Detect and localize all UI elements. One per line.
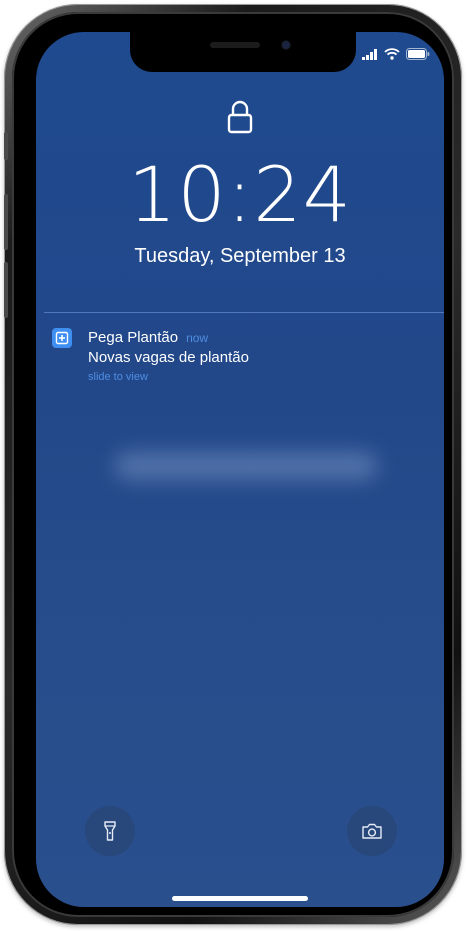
notification[interactable]: Pega Plantão now Novas vagas de plantão s…: [52, 320, 432, 390]
notification-divider: [44, 312, 444, 313]
lock-date: Tuesday, September 13: [134, 245, 346, 267]
notch: [130, 32, 356, 72]
earpiece-speaker: [210, 42, 260, 48]
battery-icon: [406, 48, 430, 60]
cellular-signal-icon: [362, 48, 377, 60]
flashlight-button[interactable]: [85, 806, 135, 856]
blurred-content: [114, 452, 378, 480]
notification-time: now: [186, 331, 209, 345]
wifi-icon: [384, 48, 400, 60]
camera-icon: [362, 823, 382, 839]
app-plus-icon: [52, 328, 72, 348]
camera-button[interactable]: [347, 806, 397, 856]
front-camera: [282, 41, 290, 49]
notification-app-label: Pega Plantão: [88, 329, 179, 346]
volume-down-button: [4, 262, 8, 318]
home-indicator[interactable]: [172, 896, 308, 901]
notification-hint: slide to view: [88, 371, 148, 383]
flashlight-icon: [104, 821, 116, 841]
notification-app-name: Pega Plantão now: [88, 329, 208, 347]
lock-screen: 10:24 Tuesday, September 13 Pega Plantão…: [36, 32, 444, 907]
mute-switch: [4, 132, 8, 160]
status-bar: [362, 48, 430, 60]
notification-message: Novas vagas de plantão: [88, 349, 249, 366]
lock-time: 10:24: [127, 150, 353, 239]
lock-icon: [227, 100, 253, 134]
phone-frame: 10:24 Tuesday, September 13 Pega Plantão…: [4, 4, 462, 925]
volume-up-button: [4, 194, 8, 250]
